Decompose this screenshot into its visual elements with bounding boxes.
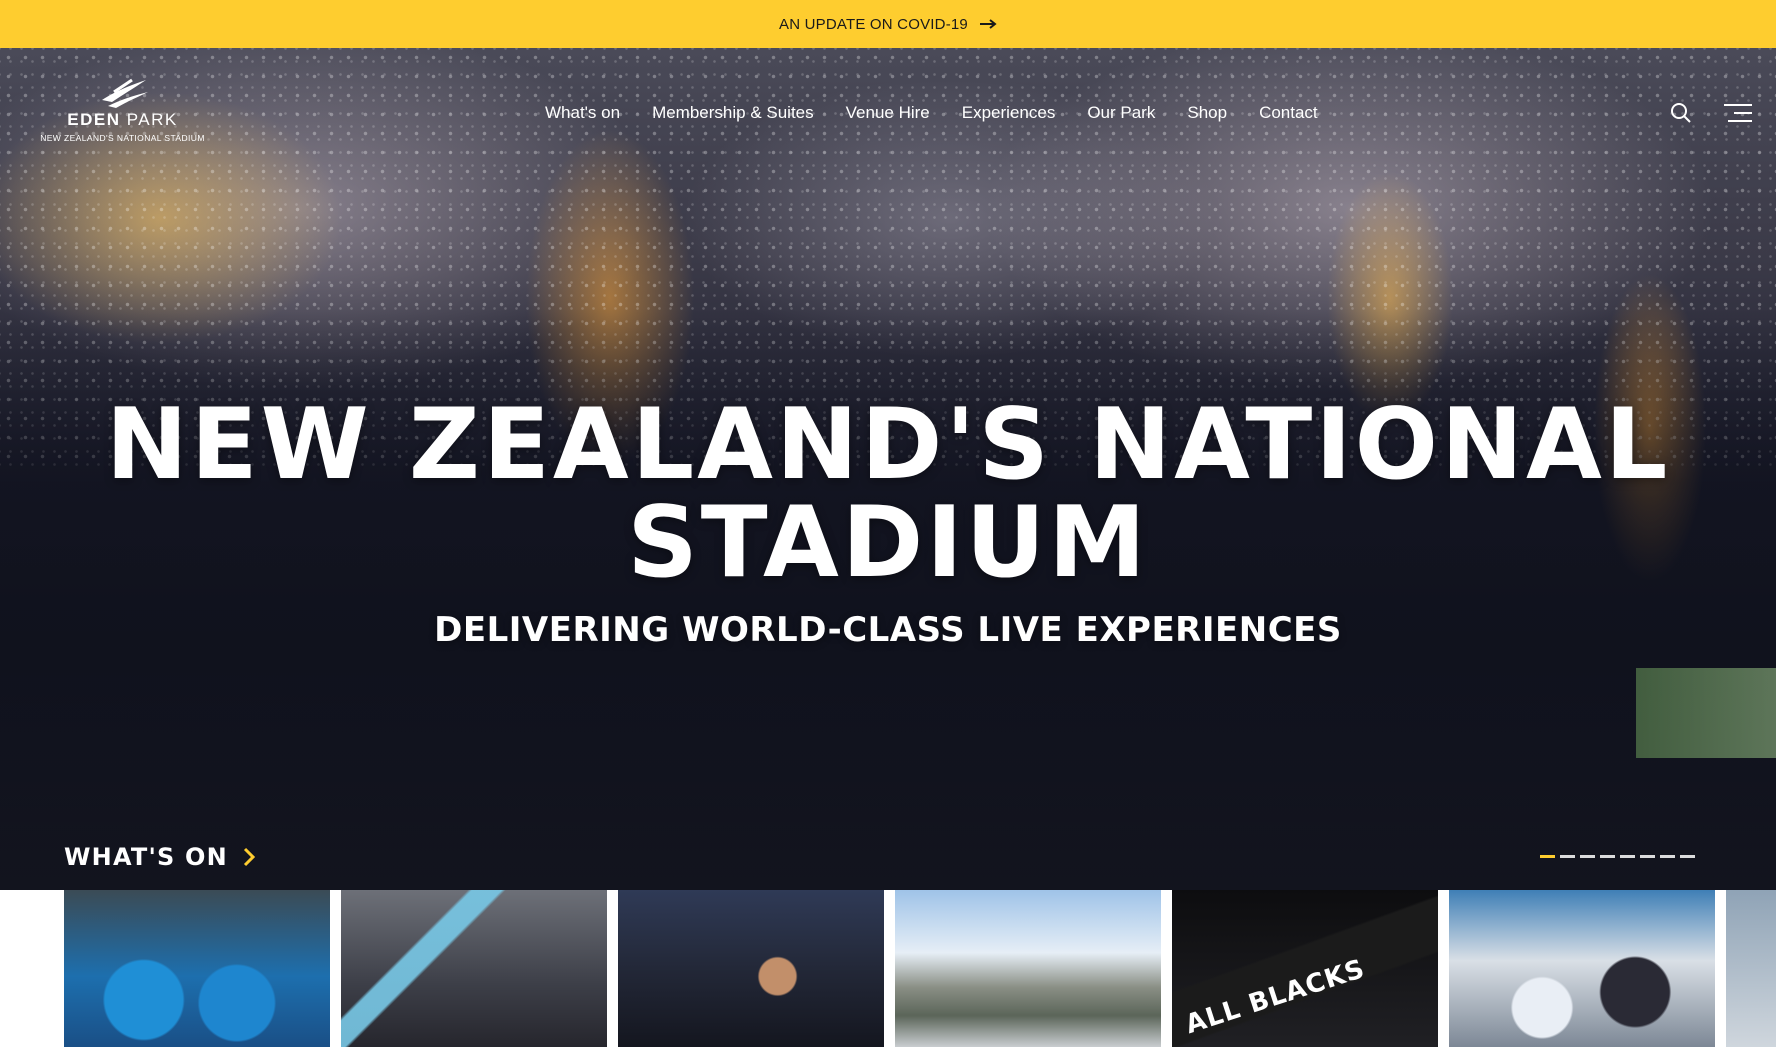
covid-update-banner[interactable]: AN UPDATE ON COVID-19 <box>0 0 1776 48</box>
whats-on-heading: WHAT'S ON <box>64 843 228 871</box>
logo-name: EDEN PARK <box>67 110 178 129</box>
header-actions <box>1670 102 1752 129</box>
hero-subtitle: DELIVERING WORLD-CLASS LIVE EXPERIENCES <box>434 610 1342 650</box>
carousel-pager <box>1540 855 1695 858</box>
pager-dot[interactable] <box>1660 855 1675 858</box>
pager-dot[interactable] <box>1680 855 1695 858</box>
pager-dot[interactable] <box>1580 855 1595 858</box>
logo-mark-icon <box>101 78 148 108</box>
hero-title-line1: NEW ZEALAND'S NATIONAL <box>105 388 1671 502</box>
pager-dot[interactable] <box>1600 855 1615 858</box>
pager-dot[interactable] <box>1540 855 1555 858</box>
whats-on-heading-link[interactable]: WHAT'S ON <box>64 843 256 871</box>
nav-venue-hire[interactable]: Venue Hire <box>846 103 930 123</box>
eden-park-logo[interactable]: EDEN PARK NEW ZEALAND'S NATIONAL STADIUM <box>30 78 215 143</box>
event-card-rugby-tackle[interactable] <box>1449 890 1715 1047</box>
arrow-right-icon <box>979 19 997 29</box>
event-card-blues-rugby[interactable] <box>64 890 330 1047</box>
search-icon[interactable] <box>1670 102 1692 129</box>
nav-contact[interactable]: Contact <box>1259 103 1318 123</box>
pager-dot[interactable] <box>1560 855 1575 858</box>
hero-title: NEW ZEALAND'S NATIONAL STADIUM <box>0 396 1776 592</box>
event-card-all-blacks[interactable]: ALL BLACKS <box>1172 890 1438 1047</box>
nav-experiences[interactable]: Experiences <box>962 103 1056 123</box>
hero-ad-board <box>1636 668 1776 758</box>
logo-tagline: NEW ZEALAND'S NATIONAL STADIUM <box>40 133 205 143</box>
menu-icon[interactable] <box>1724 104 1752 127</box>
pager-dot[interactable] <box>1620 855 1635 858</box>
event-card-fans-flags[interactable] <box>341 890 607 1047</box>
nav-our-park[interactable]: Our Park <box>1087 103 1155 123</box>
hero-title-line2: STADIUM <box>627 486 1149 600</box>
event-card-cheering-fan[interactable] <box>618 890 884 1047</box>
pager-dot[interactable] <box>1640 855 1655 858</box>
event-card-stadium-aerial[interactable] <box>895 890 1161 1047</box>
chevron-right-icon <box>242 847 256 867</box>
covid-update-text: AN UPDATE ON COVID-19 <box>779 15 968 33</box>
nav-whats-on[interactable]: What's on <box>545 103 620 123</box>
main-nav: What's on Membership & Suites Venue Hire… <box>545 103 1318 123</box>
whats-on-carousel: ALL BLACKS <box>64 890 1776 1047</box>
event-card-partial[interactable] <box>1726 890 1776 1047</box>
all-blacks-banner: ALL BLACKS <box>1181 953 1369 1041</box>
nav-shop[interactable]: Shop <box>1187 103 1227 123</box>
nav-membership-suites[interactable]: Membership & Suites <box>652 103 814 123</box>
